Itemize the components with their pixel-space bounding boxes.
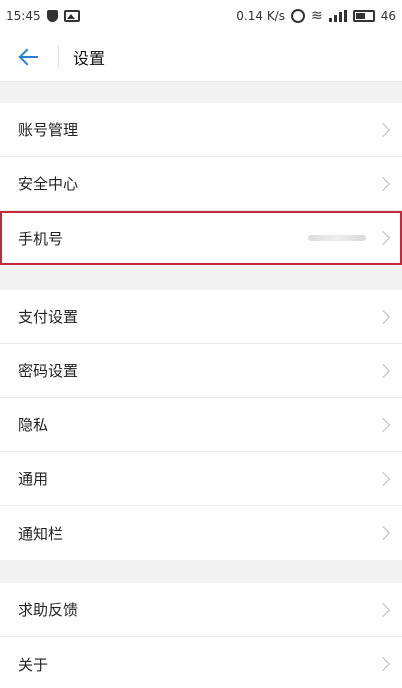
chevron-right-icon [375,122,391,137]
status-time: 15:45 [6,9,41,23]
app-header: 设置 [0,32,402,82]
settings-group-help: 求助反馈 关于 [0,583,402,688]
settings-row-password[interactable]: 密码设置 [0,344,402,398]
row-right [308,230,391,246]
chevron-right-icon [375,471,391,486]
gallery-icon [63,10,80,22]
chevron-right-icon [375,363,391,378]
masked-phone-value [308,235,366,241]
chevron-right-icon [375,230,391,246]
settings-row-about[interactable]: 关于 [0,637,402,688]
settings-row-phone-number[interactable]: 手机号 [0,211,402,265]
chevron-right-icon [375,656,391,672]
row-label: 手机号 [18,229,64,248]
chevron-right-icon [375,417,391,432]
settings-row-general[interactable]: 通用 [0,452,402,506]
chevron-right-icon [375,602,391,617]
battery-level: 46 [380,9,396,23]
row-label: 账号管理 [18,121,79,139]
settings-group-account: 账号管理 安全中心 手机号 [0,103,402,265]
row-label: 安全中心 [18,175,79,193]
chevron-right-icon [375,309,391,324]
signal-icon [328,10,347,22]
settings-row-security-center[interactable]: 安全中心 [0,157,402,211]
back-button[interactable] [0,32,58,82]
arrow-left-icon [20,50,38,64]
chevron-right-icon [375,176,391,191]
shield-icon [46,10,58,22]
row-label: 求助反馈 [18,601,79,619]
row-label: 通知栏 [18,524,64,543]
status-right: 0.14 K/s ≋ 46 [236,9,396,23]
wifi-icon: ≋ [310,8,323,24]
row-label: 关于 [18,655,49,674]
settings-row-privacy[interactable]: 隐私 [0,398,402,452]
status-left: 15:45 [6,9,80,23]
row-label: 密码设置 [18,362,79,380]
header-divider [58,45,59,68]
chevron-right-icon [375,525,391,541]
settings-row-notification-bar[interactable]: 通知栏 [0,506,402,560]
settings-row-account-management[interactable]: 账号管理 [0,103,402,157]
battery-icon [352,10,375,22]
row-label: 支付设置 [18,308,79,326]
row-label: 通用 [18,470,49,488]
settings-row-help-feedback[interactable]: 求助反馈 [0,583,402,637]
alarm-icon [290,9,305,23]
settings-group-general: 支付设置 密码设置 隐私 通用 通知栏 [0,290,402,560]
row-label: 隐私 [18,416,49,434]
network-speed: 0.14 K/s [236,9,285,23]
settings-row-payment[interactable]: 支付设置 [0,290,402,344]
status-bar: 15:45 0.14 K/s ≋ 46 [0,0,402,32]
page-title: 设置 [73,48,106,68]
